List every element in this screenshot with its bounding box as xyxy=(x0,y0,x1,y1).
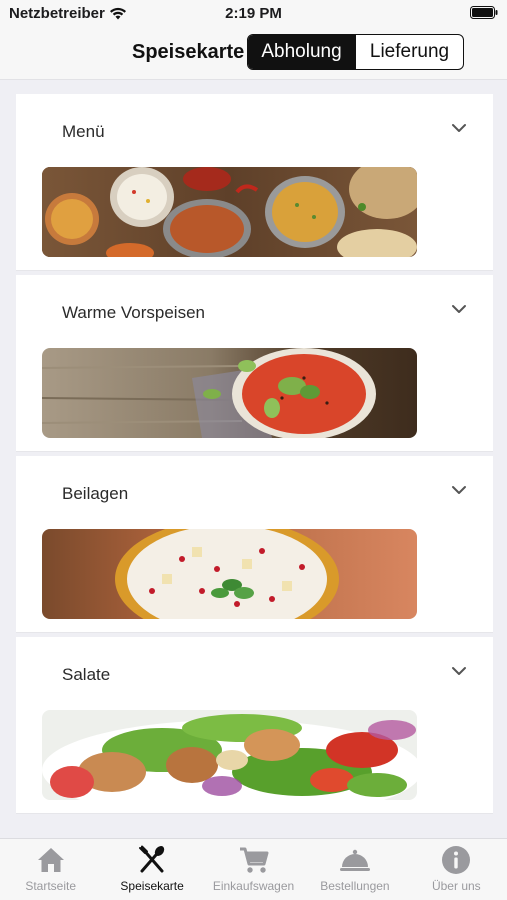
category-image-chicken-salad xyxy=(42,710,417,800)
status-bar: Netzbetreiber 2:19 PM xyxy=(0,0,507,28)
category-title: Beilagen xyxy=(62,484,129,503)
cloche-icon xyxy=(339,845,371,875)
segment-abholung[interactable]: Abholung xyxy=(248,35,355,69)
category-title: Menü xyxy=(62,122,105,141)
page-title: Speisekarte xyxy=(132,41,245,63)
category-card-salate[interactable]: Salate xyxy=(16,637,493,814)
house-icon xyxy=(35,845,67,875)
category-card-menu[interactable]: Menü xyxy=(16,94,493,271)
category-title: Warme Vorspeisen xyxy=(62,303,205,322)
status-time: 2:19 PM xyxy=(225,5,282,22)
tab-einkaufswagen[interactable]: Einkaufswagen xyxy=(203,839,304,900)
category-card-warme-vorspeisen[interactable]: Warme Vorspeisen xyxy=(16,275,493,452)
cart-icon xyxy=(238,845,270,875)
chevron-down-icon[interactable] xyxy=(451,122,467,134)
tab-label: Speisekarte xyxy=(120,879,184,893)
category-image-raita-bowl xyxy=(42,529,417,619)
category-list: Menü Warme Vorspeisen Beilagen Salate xyxy=(16,94,493,818)
info-icon xyxy=(440,845,472,875)
category-title: Salate xyxy=(62,665,111,684)
tab-speisekarte[interactable]: Speisekarte xyxy=(101,839,202,900)
tab-label: Startseite xyxy=(25,879,77,893)
battery-icon xyxy=(470,6,498,19)
tab-ueber-uns[interactable]: Über uns xyxy=(406,839,507,900)
category-image-tomato-soup xyxy=(42,348,417,438)
chevron-down-icon[interactable] xyxy=(451,484,467,496)
chevron-down-icon[interactable] xyxy=(451,303,467,315)
fork-knife-icon xyxy=(136,845,168,875)
app-screen: Netzbetreiber 2:19 PM Speisekarte Abholu… xyxy=(0,0,507,900)
tab-bestellungen[interactable]: Bestellungen xyxy=(304,839,405,900)
order-mode-segmented-control[interactable]: Abholung Lieferung xyxy=(247,34,464,70)
tab-label: Bestellungen xyxy=(320,879,390,893)
tab-startseite[interactable]: Startseite xyxy=(0,839,101,900)
chevron-down-icon[interactable] xyxy=(451,665,467,677)
category-card-beilagen[interactable]: Beilagen xyxy=(16,456,493,633)
category-image-indian-dishes xyxy=(42,167,417,257)
tab-bar: Startseite Speisekarte Einkaufswagen Bes… xyxy=(0,838,507,900)
tab-label: Einkaufswagen xyxy=(212,879,295,893)
segment-lieferung[interactable]: Lieferung xyxy=(355,35,463,69)
tab-label: Über uns xyxy=(431,879,481,893)
navigation-bar: Speisekarte Abholung Lieferung xyxy=(0,28,507,80)
